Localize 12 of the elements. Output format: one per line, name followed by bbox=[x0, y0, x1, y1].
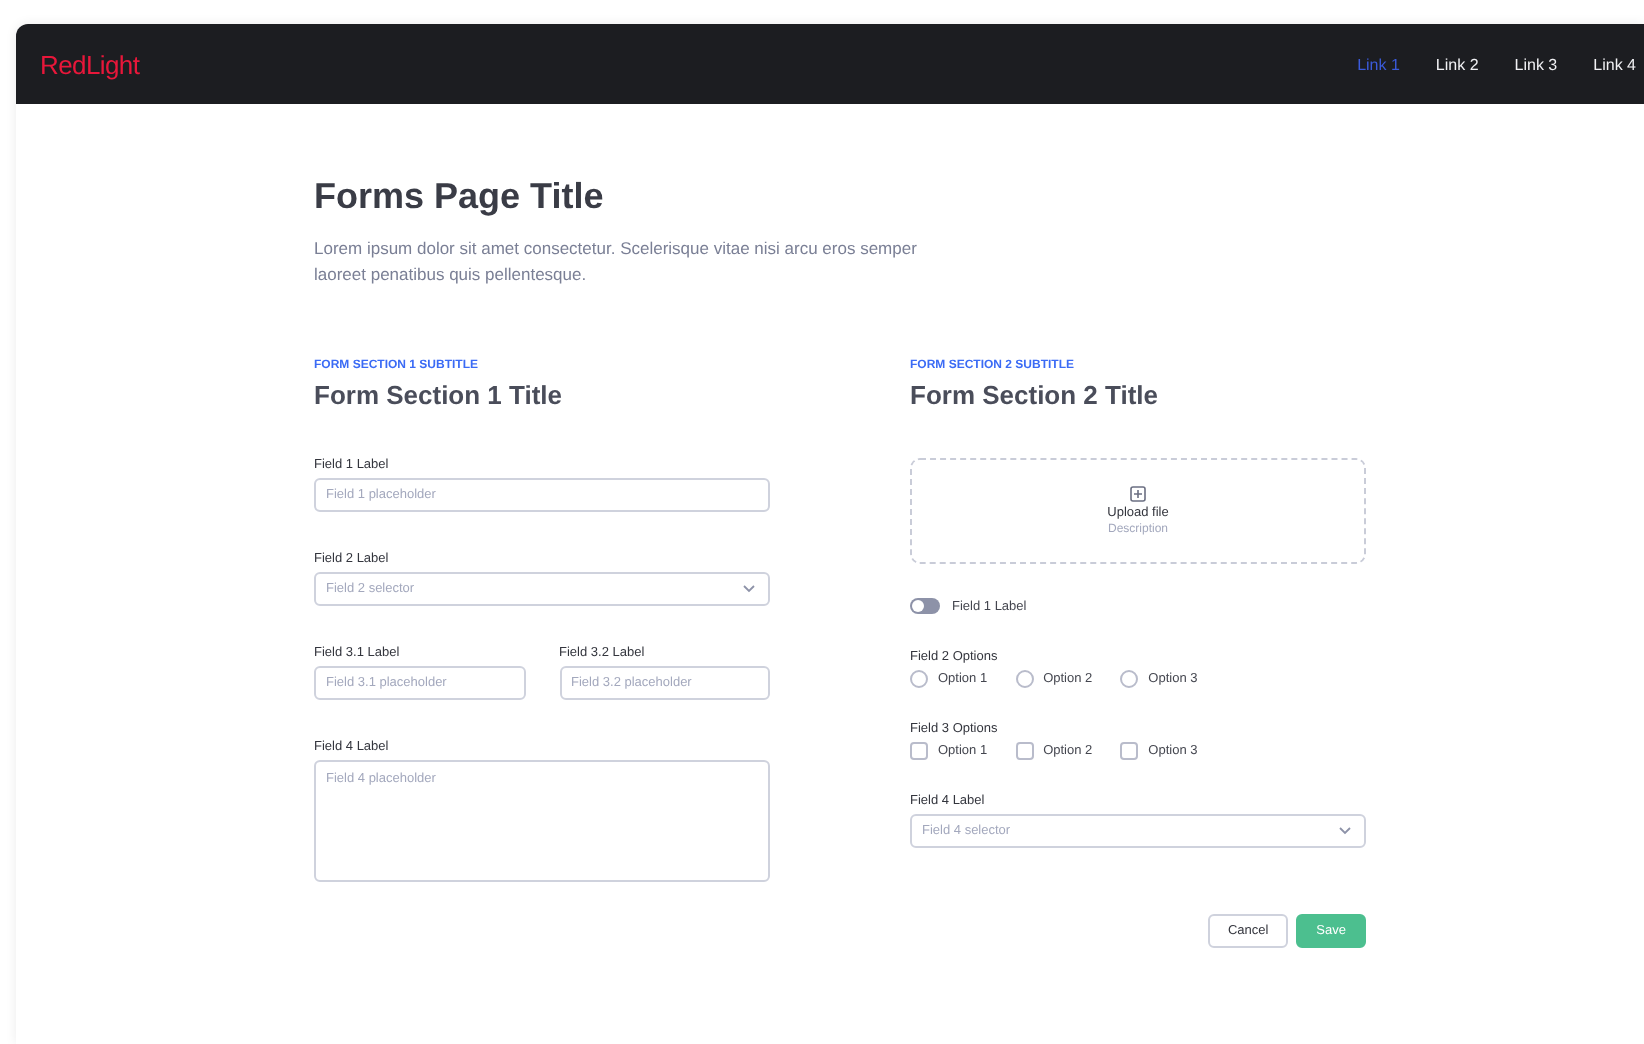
chevron-down-icon bbox=[742, 584, 756, 594]
nav-link[interactable]: Link 3 bbox=[1514, 55, 1558, 73]
plus-square-icon bbox=[1130, 486, 1146, 502]
section-title: Form Section 2 Title bbox=[910, 380, 1161, 410]
nav-link[interactable]: Link 4 bbox=[1593, 55, 1636, 73]
page-description: Lorem ipsum dolor sit amet consectetur. Scelerisque vitae nisi arcu eros semper laoreet penatibus quis pellentesque. bbox=[314, 236, 919, 288]
section-title: Form Section 1 Title bbox=[314, 380, 565, 410]
toggle-switch[interactable] bbox=[910, 598, 940, 614]
logo[interactable]: RedLight bbox=[40, 49, 140, 79]
page-title: Forms Page Title bbox=[314, 176, 606, 218]
chevron-down-icon bbox=[1338, 826, 1352, 836]
nav-link[interactable]: Link 2 bbox=[1435, 55, 1479, 73]
